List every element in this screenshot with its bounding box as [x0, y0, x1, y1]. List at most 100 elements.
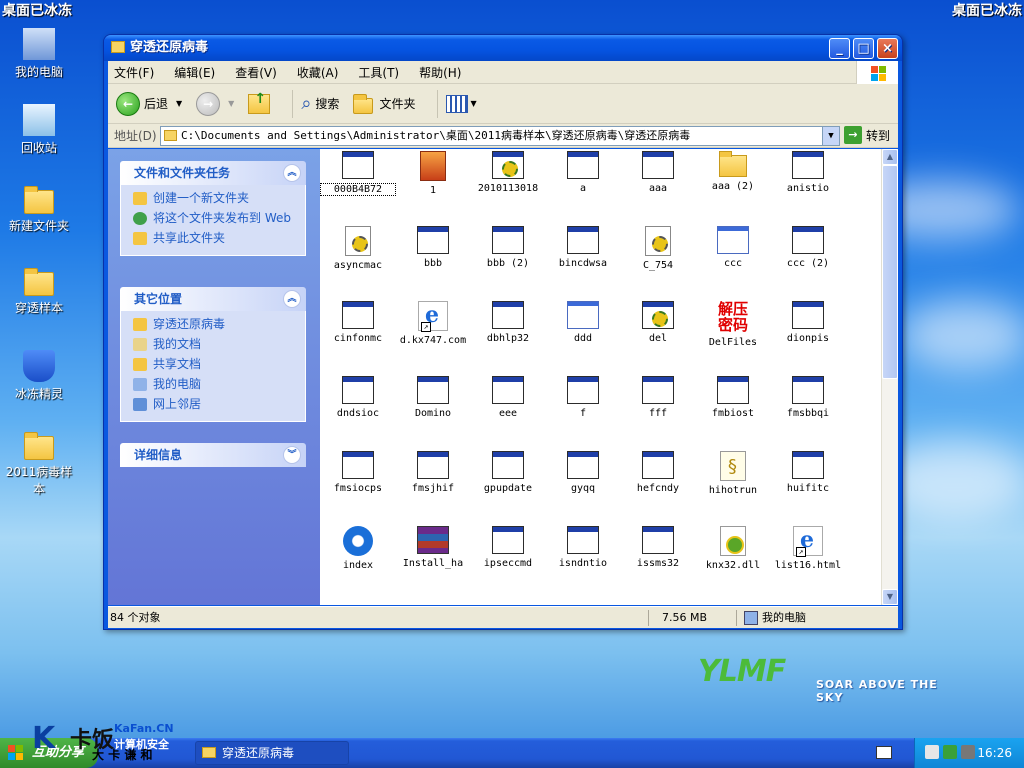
file-item[interactable]: ↗ list16.html: [770, 526, 846, 571]
file-item[interactable]: huifitc: [770, 451, 846, 494]
menu-edit[interactable]: 编辑(E): [174, 64, 215, 81]
file-item[interactable]: a: [545, 151, 621, 194]
folders-button[interactable]: 文件夹: [353, 93, 415, 114]
desktop-icon[interactable]: 新建文件夹: [1, 186, 77, 234]
place-link-network[interactable]: 网上邻居: [133, 397, 305, 412]
file-item[interactable]: gpupdate: [470, 451, 546, 494]
file-item[interactable]: fff: [620, 376, 696, 419]
place-link-my-computer[interactable]: 我的电脑: [133, 377, 305, 392]
place-link-my-documents[interactable]: 我的文档: [133, 337, 305, 352]
task-link-new-folder[interactable]: 创建一个新文件夹: [133, 191, 305, 206]
scroll-down-button[interactable]: ▼: [882, 589, 898, 605]
task-link-publish-web[interactable]: 将这个文件夹发布到 Web: [133, 211, 305, 226]
file-item[interactable]: ipseccmd: [470, 526, 546, 569]
image-file-icon: [420, 151, 446, 181]
file-name: hefcndy: [636, 483, 680, 494]
file-item[interactable]: dndsioc: [320, 376, 396, 419]
desktop-icon[interactable]: 回收站: [1, 104, 77, 156]
views-button[interactable]: ▼: [446, 94, 477, 113]
file-item[interactable]: cinfonmc: [320, 301, 396, 344]
file-item[interactable]: ccc: [695, 226, 771, 269]
file-item[interactable]: bbb (2): [470, 226, 546, 269]
file-item[interactable]: eee: [470, 376, 546, 419]
search-button[interactable]: ⌕ 搜索: [301, 93, 339, 114]
minimize-button[interactable]: _: [829, 38, 850, 59]
file-item[interactable]: anistio: [770, 151, 846, 194]
forward-arrow-icon: →: [196, 91, 221, 116]
file-item[interactable]: C_754: [620, 226, 696, 271]
file-item[interactable]: issms32: [620, 526, 696, 569]
file-item[interactable]: isndntio: [545, 526, 621, 569]
file-item[interactable]: Domino: [395, 376, 471, 419]
up-folder-button[interactable]: ↑: [248, 91, 271, 114]
file-item[interactable]: bbb: [395, 226, 471, 269]
file-item[interactable]: hihotrun: [695, 451, 771, 496]
file-item[interactable]: 2010113018: [470, 151, 546, 194]
network-tray-icon[interactable]: [925, 745, 939, 759]
collapse-icon[interactable]: ︽: [283, 164, 301, 182]
file-name: DelFiles: [708, 337, 758, 348]
desktop-icon[interactable]: 穿透样本: [1, 268, 77, 316]
window-titlebar[interactable]: 穿透还原病毒 _ □ ×: [104, 35, 902, 61]
file-item[interactable]: dionpis: [770, 301, 846, 344]
collapse-icon[interactable]: ︽: [283, 290, 301, 308]
taskbar-window-button[interactable]: 穿透还原病毒: [195, 741, 349, 765]
file-item[interactable]: Install_ha: [395, 526, 471, 569]
vertical-scrollbar[interactable]: ▲ ▼: [881, 149, 898, 605]
expand-icon[interactable]: ︾: [283, 446, 301, 464]
file-item[interactable]: fmsiocps: [320, 451, 396, 494]
place-link-shared-documents[interactable]: 共享文档: [133, 357, 305, 372]
back-button[interactable]: ← 后退 ▼: [116, 91, 182, 116]
menu-tools[interactable]: 工具(T): [358, 64, 399, 81]
file-item[interactable]: fmsbbqi: [770, 376, 846, 419]
desktop-icon[interactable]: 我的电脑: [1, 28, 77, 80]
file-item[interactable]: dbhlp32: [470, 301, 546, 344]
go-button[interactable]: → 转到: [844, 126, 890, 144]
details-header[interactable]: 详细信息 ︾: [120, 443, 306, 467]
file-item[interactable]: knx32.dll: [695, 526, 771, 571]
scroll-up-button[interactable]: ▲: [882, 149, 898, 165]
close-button[interactable]: ×: [877, 38, 898, 59]
file-item[interactable]: fmsjhif: [395, 451, 471, 494]
file-item[interactable]: index: [320, 526, 396, 571]
maximize-button[interactable]: □: [853, 38, 874, 59]
forward-button[interactable]: → ▼: [196, 91, 234, 116]
file-item[interactable]: ↗ d.kx747.com: [395, 301, 471, 346]
menu-help[interactable]: 帮助(H): [419, 64, 461, 81]
file-item[interactable]: asyncmac: [320, 226, 396, 271]
menu-file[interactable]: 文件(F): [114, 64, 154, 81]
clock[interactable]: 16:26: [977, 746, 1012, 760]
file-item[interactable]: 1: [395, 151, 471, 196]
file-item[interactable]: 解压 密码 DelFiles: [695, 301, 771, 348]
file-name: aaa (2): [711, 181, 755, 192]
file-item[interactable]: hefcndy: [620, 451, 696, 494]
file-name: aaa: [648, 183, 668, 194]
file-name: index: [342, 560, 374, 571]
file-item[interactable]: del: [620, 301, 696, 344]
file-item[interactable]: fmbiost: [695, 376, 771, 419]
folder-icon: [111, 41, 125, 53]
place-link-parent[interactable]: 穿透还原病毒: [133, 317, 305, 332]
desktop-icon[interactable]: 冰冻精灵: [1, 350, 77, 402]
task-link-share-folder[interactable]: 共享此文件夹: [133, 231, 305, 246]
file-item[interactable]: 000B4B72: [320, 151, 396, 196]
file-tasks-header[interactable]: 文件和文件夹任务 ︽: [120, 161, 306, 185]
vmware-tray-icon[interactable]: [961, 745, 975, 759]
file-item[interactable]: ddd: [545, 301, 621, 344]
menu-view[interactable]: 查看(V): [235, 64, 277, 81]
file-item[interactable]: gyqq: [545, 451, 621, 494]
file-item[interactable]: ccc (2): [770, 226, 846, 269]
address-input[interactable]: C:\Documents and Settings\Administrator\…: [160, 126, 840, 146]
file-item[interactable]: aaa: [620, 151, 696, 194]
file-item[interactable]: aaa (2): [695, 151, 771, 192]
scroll-thumb[interactable]: [882, 165, 898, 379]
desktop-icon[interactable]: 2011病毒样本: [1, 432, 77, 497]
chevron-down-icon[interactable]: ▼: [176, 99, 182, 108]
menu-favorites[interactable]: 收藏(A): [297, 64, 339, 81]
keyboard-icon[interactable]: [876, 746, 892, 759]
file-item[interactable]: f: [545, 376, 621, 419]
file-item[interactable]: bincdwsa: [545, 226, 621, 269]
security-tray-icon[interactable]: [943, 745, 957, 759]
other-places-header[interactable]: 其它位置 ︽: [120, 287, 306, 311]
chevron-down-icon[interactable]: ▼: [822, 127, 839, 145]
